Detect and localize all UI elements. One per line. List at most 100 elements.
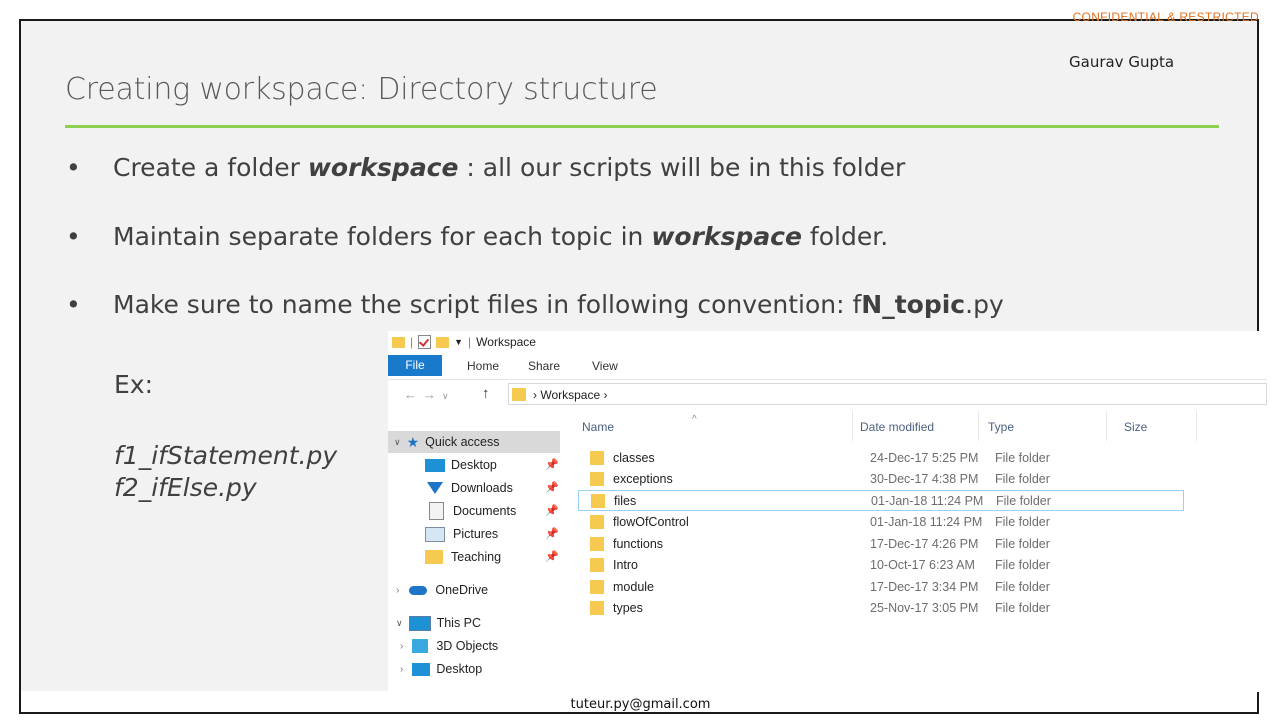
table-row[interactable]: files 01-Jan-18 11:24 PM File folder (578, 490, 1184, 511)
file-name: functions (613, 536, 664, 551)
bullet-2: • Maintain separate folders for each topi… (66, 222, 889, 251)
breadcrumb-workspace[interactable]: Workspace (540, 388, 600, 402)
sidebar-item-quick-access[interactable]: ∨ ★ Quick access (388, 431, 560, 453)
ribbon: File Home Share View (388, 355, 1267, 380)
sidebar-item-desktop[interactable]: Desktop (425, 454, 497, 476)
tab-home[interactable]: Home (467, 359, 499, 373)
column-divider[interactable] (852, 411, 853, 441)
sidebar-item-teaching[interactable]: Teaching (425, 546, 501, 568)
file-type: File folder (995, 536, 1050, 551)
breadcrumb-chevron-icon[interactable]: › (533, 388, 537, 402)
date-modified: 24-Dec-17 5:25 PM (870, 450, 979, 465)
file-type: File folder (995, 579, 1050, 594)
pictures-icon (425, 526, 445, 542)
sidebar-item-onedrive[interactable]: › OneDrive (396, 579, 488, 601)
folder-icon (590, 515, 604, 529)
chevron-right-icon[interactable]: › (400, 641, 403, 652)
sidebar-item-pictures[interactable]: Pictures (425, 523, 498, 545)
tab-view[interactable]: View (592, 359, 618, 373)
folder-icon (590, 558, 604, 572)
sidebar-item-label: Desktop (436, 662, 483, 676)
slide-title: Creating workspace: Directory structure (65, 72, 658, 107)
date-modified: 01-Jan-18 11:24 PM (871, 493, 984, 508)
sidebar-item-label: OneDrive (435, 583, 489, 597)
footer-email: tuteur.py@gmail.com (570, 697, 711, 712)
file-name: Intro (613, 558, 639, 572)
3d-objects-icon (412, 639, 429, 653)
column-header-label: Name (582, 420, 615, 434)
recent-locations-chevron-icon[interactable]: ∨ (442, 391, 455, 401)
navigation-pane: ∨ ★ Quick access Desktop 📌 Downloads 📌 D… (388, 421, 560, 692)
forward-arrow-icon[interactable]: → (423, 387, 442, 402)
up-arrow-icon[interactable]: ↑ (482, 385, 490, 402)
table-row[interactable]: flowOfControl 01-Jan-18 11:24 PM File fold… (578, 512, 1184, 533)
table-row[interactable]: classes 24-Dec-17 5:25 PM File folder (578, 447, 1184, 468)
file-type: File folder (995, 601, 1050, 615)
date-modified: 25-Nov-17 3:05 PM (870, 601, 979, 615)
folder-icon (590, 601, 604, 615)
file-name: exceptions (613, 472, 673, 486)
new-folder-icon[interactable] (436, 336, 450, 348)
back-arrow-icon[interactable]: ← (404, 387, 423, 402)
chevron-down-icon[interactable]: ∨ (394, 437, 401, 448)
desktop-icon (412, 662, 431, 676)
table-row[interactable]: types 25-Nov-17 3:05 PM File folder (578, 598, 1184, 619)
pin-icon: 📌 (545, 459, 559, 471)
table-row[interactable]: exceptions 30-Dec-17 4:38 PM File folder (578, 469, 1184, 490)
folder-icon (512, 388, 526, 401)
folder-icon (590, 472, 604, 486)
address-bar-row: ←→∨ ↑ › Workspace › (388, 383, 1267, 407)
pin-icon: 📌 (545, 528, 559, 540)
explorer-titlebar: | ▼ | Workspace (388, 331, 1267, 353)
window-title: Workspace (476, 335, 536, 349)
example-label: Ex: (114, 370, 154, 399)
bullet-3-keyword: N_topic (861, 290, 966, 319)
folder-icon (591, 493, 605, 508)
tab-file[interactable]: File (388, 355, 442, 376)
cloud-icon (409, 585, 428, 595)
table-row[interactable]: Intro 10-Oct-17 6:23 AM File folder (578, 555, 1184, 576)
column-header-name[interactable]: ^ Name (582, 414, 697, 434)
column-header-type[interactable]: Type (988, 420, 1014, 434)
table-row[interactable]: functions 17-Dec-17 4:26 PM File folder (578, 533, 1184, 554)
bullet-3-text-end: .py (965, 290, 1004, 319)
chevron-down-icon[interactable]: ∨ (396, 618, 403, 629)
sidebar-item-downloads[interactable]: Downloads (425, 477, 513, 499)
table-row[interactable]: module 17-Dec-17 3:34 PM File folder (578, 576, 1184, 597)
date-modified: 01-Jan-18 11:24 PM (870, 515, 983, 529)
sidebar-item-label: Teaching (451, 550, 502, 564)
quick-access-dropdown-icon[interactable]: ▼ (454, 337, 463, 347)
sidebar-item-label: Documents (453, 504, 517, 518)
sidebar-item-label: Downloads (451, 481, 513, 495)
date-modified: 17-Dec-17 4:26 PM (870, 536, 979, 551)
sidebar-item-label: Quick access (425, 435, 500, 449)
bullet-3: • Make sure to name the script files in f… (66, 290, 1004, 319)
tab-share[interactable]: Share (528, 359, 560, 373)
desktop-icon (425, 458, 445, 472)
column-divider[interactable] (978, 411, 979, 441)
chevron-right-icon[interactable]: › (400, 664, 403, 675)
file-name: classes (613, 450, 655, 465)
pin-icon: 📌 (545, 551, 559, 563)
bullet-2-text-end: folder. (801, 222, 889, 251)
address-bar[interactable]: › Workspace › (508, 383, 1267, 405)
date-modified: 17-Dec-17 3:34 PM (870, 579, 979, 594)
sidebar-item-this-pc[interactable]: ∨ This PC (396, 612, 481, 634)
sidebar-item-documents[interactable]: Documents (425, 500, 516, 522)
column-divider[interactable] (1106, 411, 1107, 441)
chevron-right-icon[interactable]: › (396, 585, 399, 596)
author-name: Gaurav Gupta (1069, 53, 1175, 71)
file-type: File folder (995, 515, 1050, 529)
sidebar-item-3d-objects[interactable]: › 3D Objects (400, 635, 498, 657)
column-header-date[interactable]: Date modified (860, 420, 934, 434)
breadcrumb-chevron-icon[interactable]: › (604, 388, 608, 402)
properties-icon[interactable] (418, 335, 432, 349)
column-header-size[interactable]: Size (1124, 420, 1147, 434)
pin-icon: 📌 (545, 482, 559, 494)
sidebar-item-desktop-pc[interactable]: › Desktop (400, 658, 482, 680)
column-divider[interactable] (1196, 411, 1197, 441)
pin-icon: 📌 (545, 505, 559, 517)
download-icon (427, 482, 443, 494)
file-type: File folder (996, 493, 1051, 508)
bullet-1-keyword: workspace (307, 153, 459, 182)
